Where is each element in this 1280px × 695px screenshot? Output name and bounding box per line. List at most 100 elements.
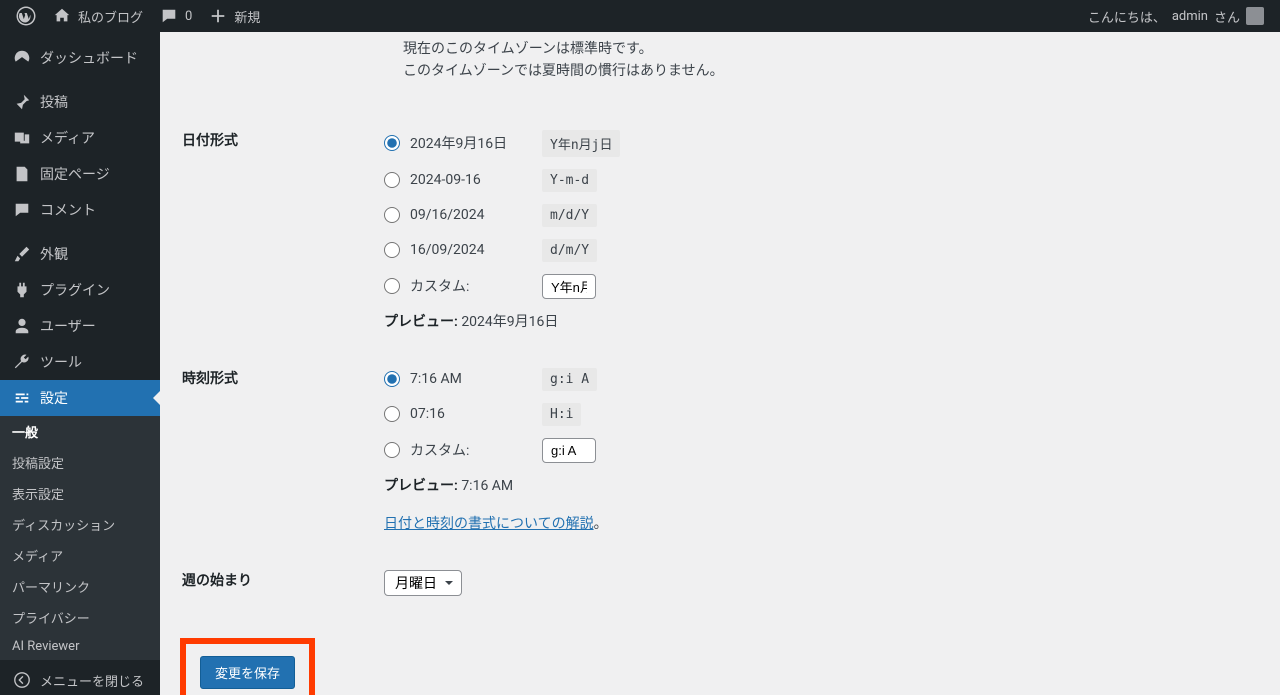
admin-sidebar: ダッシュボード 投稿 メディア 固定ページ コメント 外観 プラグイン ユーザー… — [0, 32, 160, 695]
time_format-option[interactable]: 07:16 — [384, 406, 530, 422]
sidebar-item-users[interactable]: ユーザー — [0, 308, 160, 344]
brush-icon — [12, 244, 32, 264]
date-format-custom-input[interactable] — [542, 274, 596, 299]
comment-icon — [159, 6, 179, 26]
time-format-preview-label: プレビュー: — [384, 478, 458, 494]
greeting-suffix: さん — [1214, 7, 1240, 26]
time-format-preview-value: 7:16 AM — [461, 478, 513, 494]
time-format-custom-input[interactable] — [542, 438, 596, 463]
sidebar-label: 設定 — [40, 388, 68, 408]
time-format-custom-option[interactable]: カスタム: — [384, 440, 530, 460]
pin-icon — [12, 92, 32, 112]
submenu-general[interactable]: 一般 — [0, 416, 160, 447]
submenu-writing[interactable]: 投稿設定 — [0, 447, 160, 478]
plugin-icon — [12, 280, 32, 300]
date_format-example: 2024-09-16 — [410, 172, 530, 188]
date_format-option[interactable]: 09/16/2024 — [384, 207, 530, 223]
date-format-label: 日付形式 — [182, 115, 382, 351]
time_format-option[interactable]: 7:16 AM — [384, 371, 530, 387]
sidebar-item-posts[interactable]: 投稿 — [0, 84, 160, 120]
time-format-radio-custom[interactable] — [384, 442, 400, 458]
timezone-description: 現在のこのタイムゾーンは標準時です。 このタイムゾーンでは夏時間の慣行はありませ… — [403, 32, 1260, 83]
wrench-icon — [12, 352, 32, 372]
wp-logo-menu[interactable] — [8, 0, 44, 32]
date_format-radio[interactable] — [384, 135, 400, 151]
sidebar-item-comments[interactable]: コメント — [0, 192, 160, 228]
week-start-select[interactable]: 月曜日 — [384, 570, 462, 596]
settings-submenu: 一般 投稿設定 表示設定 ディスカッション メディア パーマリンク プライバシー… — [0, 416, 160, 660]
date_format-example: 09/16/2024 — [410, 207, 530, 223]
date_format-option[interactable]: 2024-09-16 — [384, 172, 530, 188]
sidebar-label: ユーザー — [40, 316, 96, 336]
sidebar-label: プラグイン — [40, 280, 110, 300]
help-suffix: 。 — [594, 516, 608, 532]
sidebar-item-dashboard[interactable]: ダッシュボード — [0, 40, 160, 76]
date-format-preview-label: プレビュー: — [384, 314, 458, 330]
time-format-label: 時刻形式 — [182, 353, 382, 553]
date_format-radio[interactable] — [384, 207, 400, 223]
date-format-custom-label: カスタム: — [410, 276, 530, 296]
sidebar-item-tools[interactable]: ツール — [0, 344, 160, 380]
media-icon — [12, 128, 32, 148]
time_format-example: 7:16 AM — [410, 371, 530, 387]
admin-bar: 私のブログ 0 新規 こんにちは、 admin さん — [0, 0, 1280, 32]
date_format-code: d/m/Y — [542, 239, 597, 262]
date-format-custom-option[interactable]: カスタム: — [384, 276, 530, 296]
submenu-privacy[interactable]: プライバシー — [0, 602, 160, 633]
time-format-custom-label: カスタム: — [410, 440, 530, 460]
sidebar-label: 固定ページ — [40, 164, 110, 184]
sidebar-item-pages[interactable]: 固定ページ — [0, 156, 160, 192]
date_format-radio[interactable] — [384, 172, 400, 188]
comments-menu[interactable]: 0 — [151, 0, 200, 32]
site-name-menu[interactable]: 私のブログ — [44, 0, 151, 32]
sidebar-item-plugins[interactable]: プラグイン — [0, 272, 160, 308]
submenu-permalink[interactable]: パーマリンク — [0, 571, 160, 602]
week-start-label: 週の始まり — [182, 555, 382, 616]
sidebar-label: コメント — [40, 200, 96, 220]
submenu-discussion[interactable]: ディスカッション — [0, 509, 160, 540]
comments-count: 0 — [185, 9, 192, 24]
collapse-icon — [12, 670, 32, 690]
submenu-media[interactable]: メディア — [0, 540, 160, 571]
sidebar-item-settings[interactable]: 設定 — [0, 380, 160, 416]
date_format-radio[interactable] — [384, 242, 400, 258]
sidebar-label: ツール — [40, 352, 82, 372]
time_format-example: 07:16 — [410, 406, 530, 422]
save-changes-button[interactable]: 変更を保存 — [200, 656, 295, 689]
collapse-label: メニューを閉じる — [40, 671, 144, 690]
date_format-code: Y-m-d — [542, 169, 597, 192]
account-menu[interactable]: こんにちは、 admin さん — [1080, 0, 1272, 32]
main-content: 現在のこのタイムゾーンは標準時です。 このタイムゾーンでは夏時間の慣行はありませ… — [160, 32, 1280, 695]
date-format-preview-value: 2024年9月16日 — [461, 314, 558, 330]
date_format-option[interactable]: 2024年9月16日 — [384, 133, 530, 153]
date_format-option[interactable]: 16/09/2024 — [384, 242, 530, 258]
sidebar-label: 投稿 — [40, 92, 68, 112]
new-content-label: 新規 — [234, 7, 260, 26]
wordpress-logo-icon — [16, 6, 36, 26]
sidebar-item-appearance[interactable]: 外観 — [0, 236, 160, 272]
date_format-example: 16/09/2024 — [410, 242, 530, 258]
collapse-menu[interactable]: メニューを閉じる — [0, 660, 160, 695]
new-content-menu[interactable]: 新規 — [200, 0, 268, 32]
time_format-radio[interactable] — [384, 406, 400, 422]
date-format-radio-custom[interactable] — [384, 278, 400, 294]
sliders-icon — [12, 388, 32, 408]
time-format-preview: プレビュー: 7:16 AM — [384, 475, 1248, 495]
account-user: admin — [1172, 9, 1208, 24]
time_format-code: g:i A — [542, 368, 597, 391]
sidebar-item-media[interactable]: メディア — [0, 120, 160, 156]
time_format-radio[interactable] — [384, 371, 400, 387]
page-icon — [12, 164, 32, 184]
date_format-code: Y年n月j日 — [542, 130, 620, 157]
sidebar-label: 外観 — [40, 244, 68, 264]
sidebar-label: ダッシュボード — [40, 48, 138, 68]
tz-line2: このタイムゾーンでは夏時間の慣行はありません。 — [403, 60, 1260, 82]
submenu-reading[interactable]: 表示設定 — [0, 478, 160, 509]
submenu-ai-reviewer[interactable]: AI Reviewer — [0, 633, 160, 660]
comment-icon — [12, 200, 32, 220]
date_format-code: m/d/Y — [542, 204, 597, 227]
site-name-label: 私のブログ — [78, 7, 143, 26]
greeting-prefix: こんにちは、 — [1088, 7, 1166, 26]
home-icon — [52, 6, 72, 26]
datetime-format-help-link[interactable]: 日付と時刻の書式についての解説 — [384, 516, 594, 532]
